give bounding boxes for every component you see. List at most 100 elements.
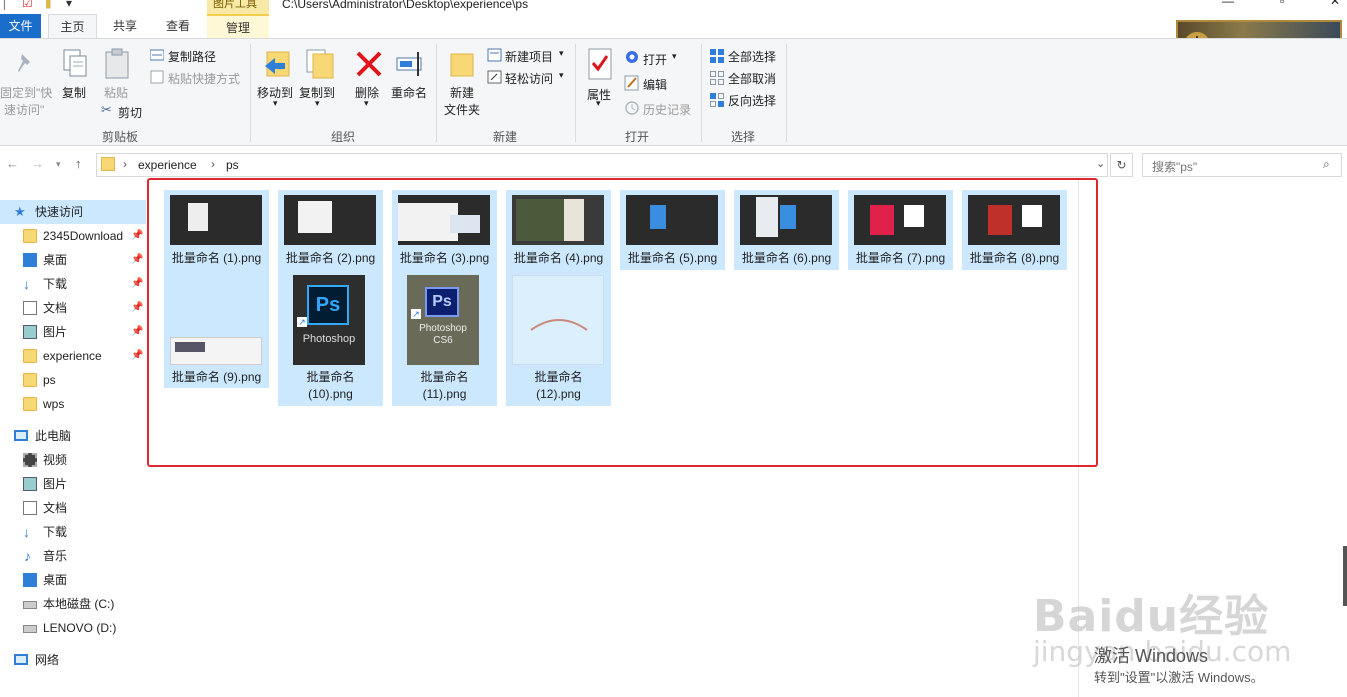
highlight-box [147, 178, 1098, 467]
forward-button[interactable]: → [31, 156, 44, 171]
tab-share[interactable]: 共享 [103, 14, 147, 38]
move-to-icon [265, 51, 290, 77]
nav-item-downloads[interactable]: ↓ 下载 📌 [0, 272, 146, 296]
nav-item-desktop[interactable]: 桌面 📌 [0, 248, 146, 272]
pictures-icon [23, 477, 37, 491]
group-divider [786, 44, 787, 142]
paste-icon [105, 48, 129, 79]
select-none-icon [710, 71, 724, 85]
nav-item-pc-documents[interactable]: 文档 [0, 496, 146, 520]
nav-quick-access[interactable]: ★ 快速访问 [0, 200, 146, 224]
nav-item-2345download[interactable]: 2345Download 📌 [0, 224, 146, 248]
breadcrumb-ps[interactable]: ps [226, 158, 239, 172]
new-folder-label-2: 文件夹 [444, 103, 481, 117]
select-all-icon [710, 49, 724, 63]
nav-item-wps[interactable]: wps [0, 392, 146, 416]
group-label-open: 打开 [625, 130, 650, 144]
nav-item-pc-pictures[interactable]: 图片 [0, 472, 146, 496]
nav-this-pc[interactable]: 此电脑 [0, 424, 146, 448]
nav-item-pc-desktop[interactable]: 桌面 [0, 568, 146, 592]
paste-shortcut-icon [150, 70, 164, 84]
cut-label: 剪切 [118, 106, 143, 120]
app-icon: ▏ [4, 0, 14, 10]
edit-label: 编辑 [643, 78, 668, 92]
maximize-button[interactable]: ▫ [1280, 0, 1284, 8]
music-icon: ♪ [24, 548, 31, 564]
nav-item-ps[interactable]: ps [0, 368, 146, 392]
nav-label: 桌面 [43, 253, 68, 267]
nav-item-documents[interactable]: 文档 📌 [0, 296, 146, 320]
new-folder-icon [450, 53, 474, 77]
chevron-down-icon: ▾ [672, 51, 677, 61]
select-none-label: 全部取消 [728, 72, 777, 86]
address-bar[interactable] [96, 153, 1108, 177]
chevron-down-icon: ▾ [364, 98, 369, 108]
copy-path-icon [150, 49, 164, 61]
nav-item-music[interactable]: ♪ 音乐 [0, 544, 146, 568]
download-icon: ↓ [23, 524, 30, 540]
recent-locations-button[interactable]: ▾ [56, 159, 61, 170]
nav-item-pictures[interactable]: 图片 📌 [0, 320, 146, 344]
folder-icon [23, 373, 37, 387]
new-folder-label-1: 新建 [450, 86, 475, 100]
nav-label: 本地磁盘 (C:) [43, 597, 115, 611]
nav-label: 下载 [43, 277, 68, 291]
nav-label: wps [43, 397, 65, 411]
copy-icon [63, 49, 87, 77]
copy-label: 复制 [62, 86, 87, 100]
computer-icon [14, 430, 28, 441]
history-icon [625, 101, 639, 115]
chevron-down-icon: ▾ [273, 98, 278, 108]
context-tab-label: 图片工具 [213, 0, 257, 10]
properties-qa-icon[interactable]: ☑ [22, 0, 33, 10]
minimize-button[interactable]: — [1222, 0, 1234, 8]
chevron-right-icon: › [211, 157, 215, 171]
nav-item-videos[interactable]: 视频 [0, 448, 146, 472]
folder-icon [23, 229, 37, 243]
pin-icon: 📌 [131, 230, 144, 241]
breadcrumb-experience[interactable]: experience [138, 158, 197, 172]
scissors-icon: ✂ [101, 102, 112, 117]
folder-qa-icon[interactable]: ▮ [45, 0, 52, 10]
activation-title: 激活 Windows [1094, 646, 1209, 666]
pin-icon: 📌 [131, 278, 144, 289]
nav-label: LENOVO (D:) [43, 621, 117, 635]
window-title: C:\Users\Administrator\Desktop\experienc… [282, 0, 529, 11]
tab-manage[interactable]: 管理 [207, 14, 269, 38]
nav-item-pc-downloads[interactable]: ↓ 下载 [0, 520, 146, 544]
copy-path-label: 复制路径 [168, 50, 217, 64]
nav-network[interactable]: 网络 [0, 648, 146, 672]
pictures-icon [23, 325, 37, 339]
address-dropdown-icon[interactable]: ⌄ [1096, 157, 1105, 170]
title-bar [0, 0, 1347, 14]
nav-label: 下载 [43, 525, 68, 539]
nav-item-drive-c[interactable]: 本地磁盘 (C:) [0, 592, 146, 616]
group-label-organize: 组织 [331, 130, 356, 144]
close-button[interactable]: ✕ [1330, 0, 1340, 8]
back-button[interactable]: ← [6, 156, 19, 171]
rename-label: 重命名 [391, 86, 428, 100]
desktop-icon [23, 573, 37, 587]
tab-view[interactable]: 查看 [156, 14, 200, 38]
pin-label-1: 固定到"快 [0, 86, 53, 100]
group-divider [575, 44, 576, 142]
pin-icon: 📌 [131, 326, 144, 337]
scrollbar-thumb[interactable] [1343, 546, 1347, 606]
nav-label: ps [43, 373, 56, 387]
nav-item-experience[interactable]: experience 📌 [0, 344, 146, 368]
nav-label: 音乐 [43, 549, 68, 563]
pin-label-2: 速访问" [4, 103, 45, 117]
nav-item-drive-d[interactable]: LENOVO (D:) [0, 616, 146, 640]
chevron-down-icon: ▾ [559, 48, 564, 58]
invert-selection-label: 反向选择 [728, 94, 777, 108]
tab-file[interactable]: 文件 [0, 14, 41, 38]
paste-label: 粘贴 [104, 86, 129, 100]
up-button[interactable]: ↑ [75, 156, 82, 171]
refresh-button[interactable]: ↻ [1110, 153, 1133, 177]
search-icon: ⌕ [1323, 157, 1330, 171]
tab-home[interactable]: 主页 [48, 14, 97, 38]
folder-icon [23, 397, 37, 411]
properties-icon [588, 48, 612, 80]
customize-qa-icon[interactable]: ▾ [66, 0, 72, 10]
activation-subtitle: 转到"设置"以激活 Windows。 [1094, 670, 1264, 685]
